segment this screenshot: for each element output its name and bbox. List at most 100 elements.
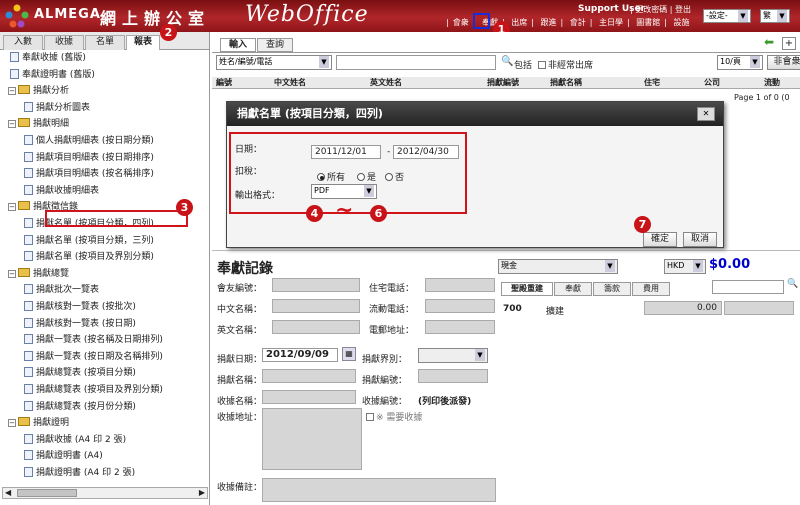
item-search-input[interactable]: [712, 280, 784, 294]
collapse-icon[interactable]: −: [8, 269, 16, 278]
tab-query[interactable]: 查詢: [257, 38, 293, 52]
receipt-name-field[interactable]: [262, 390, 356, 404]
col-home[interactable]: 住宅: [644, 77, 660, 89]
add-button[interactable]: +: [782, 37, 796, 50]
tree-folder[interactable]: − 捐獻總覽: [8, 267, 69, 281]
collapse-icon[interactable]: −: [8, 87, 16, 96]
cn-name-field[interactable]: [272, 299, 360, 313]
tree-item[interactable]: 捐獻證明書 (A4): [24, 450, 103, 463]
calendar-icon[interactable]: ▦: [342, 347, 356, 361]
close-icon[interactable]: ✕: [703, 109, 710, 118]
tree-item[interactable]: 捐獻總覽表 (按月份分類): [24, 400, 136, 414]
search-field-select[interactable]: 姓名/編號/電話 ▼: [216, 55, 332, 70]
donation-date-input[interactable]: 2012/09/09: [262, 348, 338, 362]
collapse-icon[interactable]: −: [8, 419, 16, 428]
payment-method-select[interactable]: 現金 ▼: [498, 259, 618, 274]
tree-item[interactable]: 捐獻一覽表 (按名稱及日期排列): [24, 334, 163, 347]
item-no-field[interactable]: [418, 369, 488, 383]
tree-item[interactable]: 捐獻收據 (A4 印 2 張): [24, 433, 126, 447]
nav-members[interactable]: 會衆: [453, 18, 469, 27]
col-number[interactable]: 編號: [216, 77, 232, 89]
tree-item[interactable]: 個人捐獻明細表 (按日期分類): [24, 135, 154, 148]
non-regular-checkbox[interactable]: 非經常出席: [538, 58, 593, 71]
tree-item[interactable]: 捐獻名單 (按項目分類，三列): [24, 234, 154, 248]
tree-item-label: 捐獻明細: [33, 119, 70, 130]
en-name-field[interactable]: [272, 320, 360, 334]
tree-item[interactable]: 奉獻收據 (舊版): [10, 52, 86, 65]
tree-item[interactable]: 捐獻核對一覽表 (按日期): [24, 317, 136, 331]
tree-item[interactable]: 捐獻證明書 (A4 印 2 張): [24, 467, 135, 480]
collapse-icon[interactable]: −: [8, 120, 16, 129]
tab-fees[interactable]: 費用: [632, 282, 670, 296]
horizontal-scrollbar[interactable]: ◀ ▶: [2, 487, 208, 499]
tree-item-label: 捐獻名單 (按項目及界別分類): [36, 252, 154, 263]
back-arrow-icon[interactable]: ⬅: [764, 35, 778, 49]
tree-folder[interactable]: − 捐獻明細: [8, 118, 69, 131]
email-field[interactable]: [425, 320, 495, 334]
tree-item[interactable]: 捐獻收據明細表: [24, 184, 99, 198]
item-amount-field[interactable]: 0.00: [644, 301, 722, 315]
scroll-right-icon[interactable]: ▶: [199, 488, 205, 497]
tab-lists[interactable]: 名單: [85, 35, 125, 50]
search-input[interactable]: [336, 55, 496, 70]
mobile-field[interactable]: [425, 299, 495, 313]
total-amount: $0.00: [709, 257, 751, 272]
tree-item[interactable]: 捐獻總覽表 (按項目及界別分類): [24, 384, 163, 397]
tree-item[interactable]: 捐獻批次一覽表: [24, 284, 99, 297]
col-en-name[interactable]: 英文姓名: [370, 77, 402, 89]
close-button[interactable]: ✕: [697, 107, 715, 121]
remarks-field[interactable]: [262, 478, 496, 502]
home-phone-field[interactable]: [425, 278, 495, 292]
scroll-thumb[interactable]: [17, 489, 77, 497]
tab-offering[interactable]: 奉獻: [554, 282, 592, 296]
currency-select[interactable]: HKD ▼: [664, 259, 706, 274]
nav-sunday-school[interactable]: 主日學: [599, 18, 623, 27]
nav-accounting[interactable]: 會計: [570, 18, 586, 27]
tree-item[interactable]: 捐獻分析圖表: [24, 101, 90, 115]
tree-item[interactable]: 捐獻一覽表 (按日期及名稱排列): [24, 350, 163, 364]
non-member-button[interactable]: 非會衆: [767, 55, 800, 70]
tree-item[interactable]: 捐獻項目明細表 (按名稱排序): [24, 168, 154, 181]
tree-item[interactable]: 捐獻總覽表 (按項目分類): [24, 367, 136, 380]
tab-temple-rebuild[interactable]: 聖殿重建: [501, 282, 553, 296]
settings-select[interactable]: -設定- ▼: [703, 9, 751, 23]
tree-item[interactable]: 捐獻核對一覽表 (按批次): [24, 301, 136, 314]
search-icon[interactable]: 🔍: [501, 56, 513, 67]
col-company[interactable]: 公司: [704, 77, 720, 89]
top-links[interactable]: | 更改密碼 | 登出: [630, 4, 691, 15]
item-name-field[interactable]: [262, 369, 356, 383]
category-select[interactable]: ▼: [418, 348, 488, 363]
collapse-icon[interactable]: −: [8, 203, 16, 212]
tree-item[interactable]: 捐獻項目明細表 (按日期排序): [24, 151, 154, 165]
tree-item[interactable]: 奉獻證明書 (舊版): [10, 68, 95, 82]
language-select[interactable]: 繁 ▼: [760, 9, 790, 23]
nav-attendance[interactable]: 出席: [511, 18, 527, 27]
tab-fundraising[interactable]: 籌款: [593, 282, 631, 296]
col-cn-name[interactable]: 中文姓名: [274, 77, 306, 89]
receipt-address-field[interactable]: [262, 408, 362, 470]
report-doc-icon: [24, 467, 33, 477]
mobile-label: 流動電話：: [369, 305, 415, 315]
tab-entry[interactable]: 入數: [3, 35, 43, 50]
checkbox-icon: [366, 413, 374, 421]
tab-input[interactable]: 輸入: [220, 38, 256, 52]
tree-item[interactable]: 捐獻名單 (按項目及界別分類): [24, 251, 154, 264]
tree-folder[interactable]: − 捐獻證明: [8, 417, 69, 430]
nav-library[interactable]: 圖書館: [636, 18, 660, 27]
need-receipt-checkbox[interactable]: ※ 需要收據: [366, 410, 422, 423]
item-remark-field[interactable]: [724, 301, 794, 315]
col-donation-name[interactable]: 捐獻名稱: [550, 77, 582, 89]
nav-followup[interactable]: 跟進: [540, 18, 556, 27]
col-mobile[interactable]: 流動: [764, 77, 780, 89]
cancel-button[interactable]: 取消: [683, 232, 717, 247]
tab-receipts[interactable]: 收據: [44, 35, 84, 50]
confirm-button[interactable]: 確定: [643, 232, 677, 247]
nav-facilities[interactable]: 設施: [673, 18, 689, 27]
page-size-select[interactable]: 10/頁 ▼: [717, 55, 763, 70]
search-icon[interactable]: 🔍: [787, 279, 798, 289]
scroll-left-icon[interactable]: ◀: [5, 488, 11, 497]
tree-folder[interactable]: − 捐獻分析: [8, 85, 69, 98]
tab-reports[interactable]: 報表: [126, 35, 160, 50]
member-no-field[interactable]: [272, 278, 360, 292]
col-donation-no[interactable]: 捐獻編號: [487, 77, 519, 89]
